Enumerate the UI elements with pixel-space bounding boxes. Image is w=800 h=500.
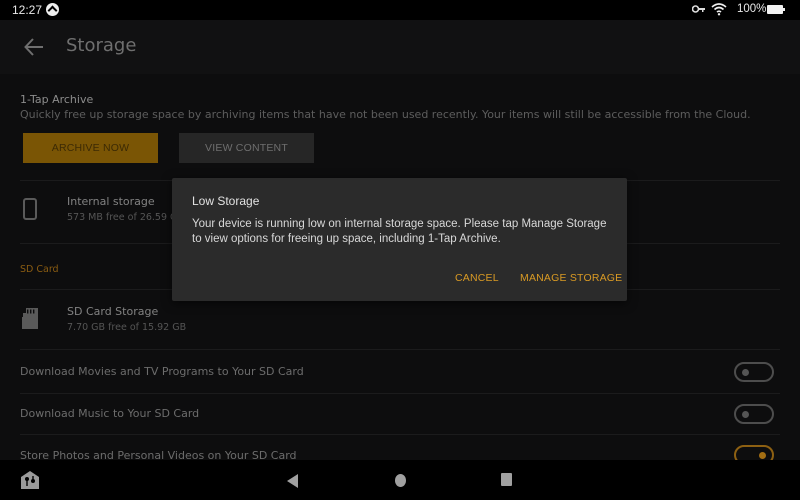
sd-card-storage-title: SD Card Storage — [67, 305, 159, 318]
toggle-label: Download Music to Your SD Card — [20, 407, 200, 420]
divider — [20, 393, 780, 394]
dialog-title: Low Storage — [192, 194, 260, 208]
internal-storage-title: Internal storage — [67, 195, 155, 208]
sd-card-storage-subtitle: 7.70 GB free of 15.92 GB — [67, 322, 187, 333]
archive-description: Quickly free up storage space by archivi… — [20, 108, 751, 121]
home-circle-icon[interactable] — [395, 474, 406, 487]
phone-icon — [23, 198, 37, 220]
navigation-bar — [0, 460, 800, 500]
battery-icon — [767, 5, 785, 14]
archive-now-button[interactable]: ARCHIVE NOW — [23, 133, 158, 163]
battery-percent: 100% — [737, 3, 767, 15]
toggle-knob — [759, 452, 766, 459]
sd-card-icon — [22, 308, 38, 329]
key-icon — [692, 5, 705, 13]
clock: 12:27 — [12, 3, 43, 17]
back-arrow-icon[interactable] — [22, 35, 46, 59]
movies-sd-toggle[interactable] — [734, 362, 774, 382]
divider — [20, 434, 780, 435]
app-header: Storage — [0, 20, 800, 74]
sd-card-section-header: SD Card — [20, 264, 59, 275]
toggle-knob — [742, 411, 749, 418]
wifi-icon — [711, 3, 727, 16]
archive-title: 1-Tap Archive — [20, 93, 94, 106]
back-triangle-icon[interactable] — [287, 474, 298, 488]
cancel-button[interactable]: CANCEL — [455, 272, 499, 284]
toggle-label: Download Movies and TV Programs to Your … — [20, 365, 304, 378]
dialog-message: Your device is running low on internal s… — [192, 218, 607, 245]
notification-icon — [46, 3, 59, 16]
page-title: Storage — [66, 35, 137, 56]
music-sd-toggle[interactable] — [734, 404, 774, 424]
view-content-button[interactable]: VIEW CONTENT — [179, 133, 314, 163]
status-bar: 12:27 100% — [0, 0, 800, 20]
home-house-icon[interactable] — [21, 471, 39, 489]
divider — [20, 349, 780, 350]
recents-square-icon[interactable] — [501, 473, 512, 486]
toggle-knob — [742, 369, 749, 376]
manage-storage-button[interactable]: MANAGE STORAGE — [520, 272, 622, 284]
low-storage-dialog: Low Storage Your device is running low o… — [172, 178, 627, 301]
internal-storage-subtitle: 573 MB free of 26.59 GB — [67, 212, 184, 223]
